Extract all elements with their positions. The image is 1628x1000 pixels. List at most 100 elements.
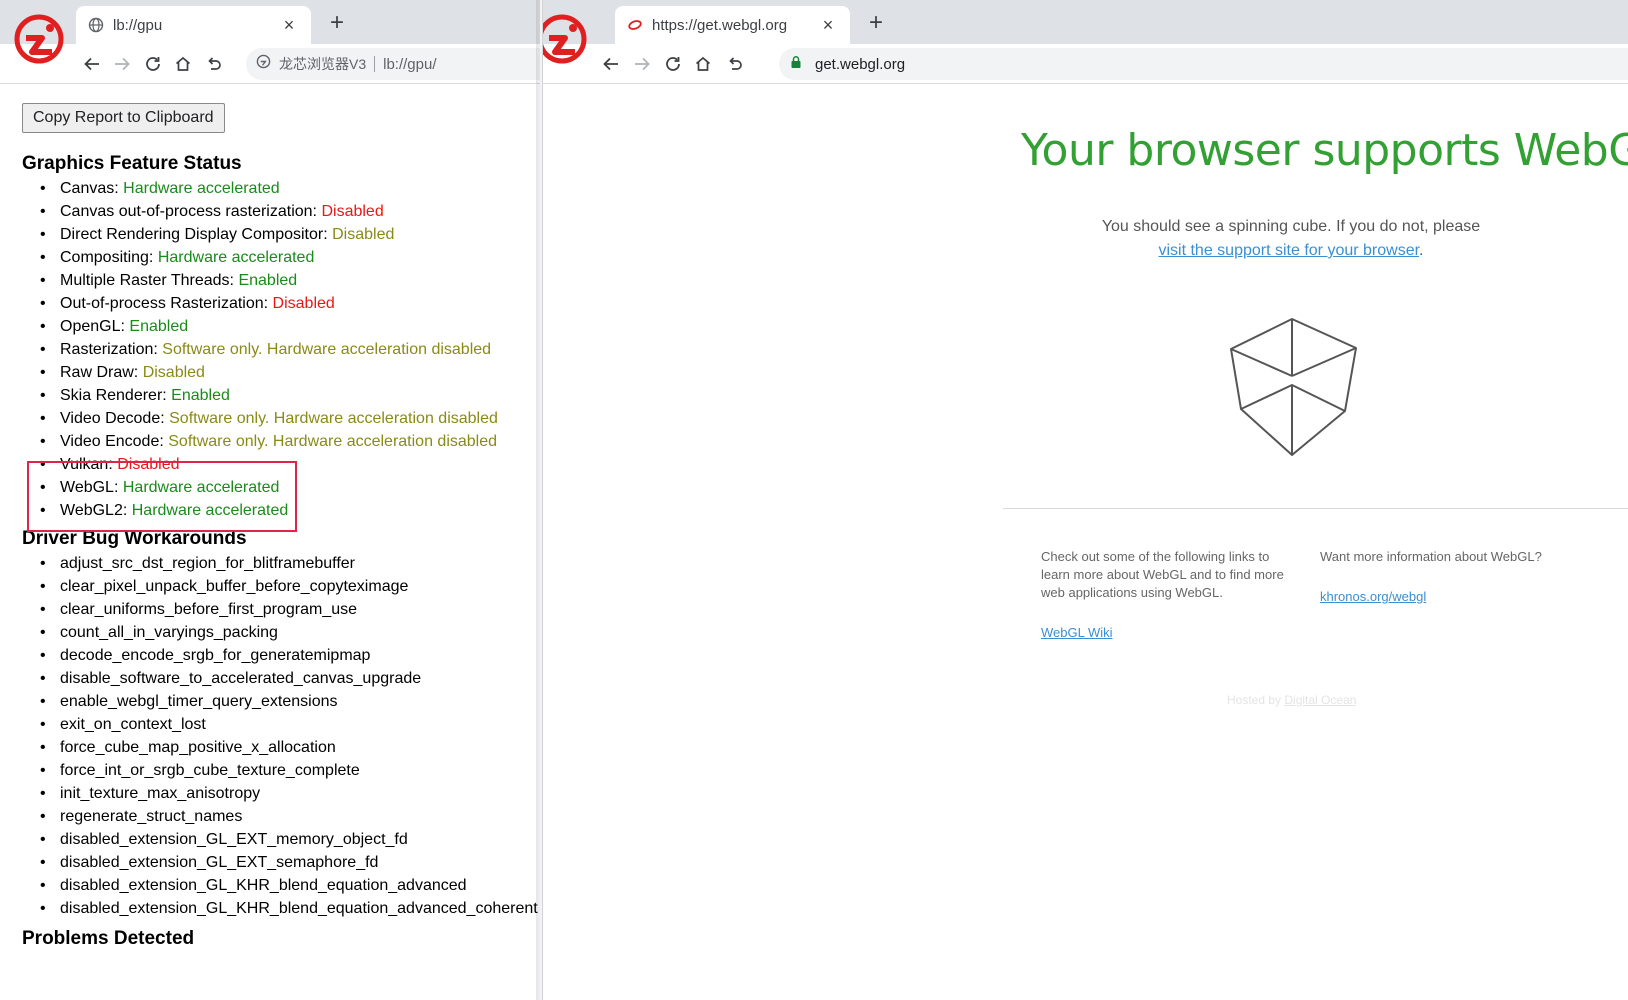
close-tab-icon[interactable]: × — [279, 15, 299, 36]
workaround-item: disabled_extension_GL_EXT_memory_object_… — [40, 828, 540, 851]
home-icon[interactable] — [691, 52, 715, 76]
feature-item: Out-of-process Rasterization: Disabled — [40, 292, 540, 315]
tab-gpu[interactable]: lb://gpu × — [76, 6, 311, 44]
support-site-link[interactable]: visit the support site for your browser — [1158, 242, 1419, 259]
browser-name: 龙芯浏览器V3 — [279, 56, 367, 72]
workaround-item: disable_software_to_accelerated_canvas_u… — [40, 667, 540, 690]
forward-icon[interactable] — [630, 52, 654, 76]
divider-line — [1003, 508, 1628, 509]
workaround-item: decode_encode_srgb_for_generatemipmap — [40, 644, 540, 667]
feature-status: Enabled — [238, 272, 298, 289]
right-browser-window: https://get.webgl.org × + get.webgl.org — [542, 0, 1628, 1000]
graphics-feature-status-heading: Graphics Feature Status — [22, 153, 242, 174]
feature-name: Canvas: — [60, 180, 119, 197]
address-bar[interactable]: get.webgl.org — [779, 48, 1628, 80]
feature-name: Raw Draw: — [60, 364, 139, 381]
feature-name: Video Decode: — [60, 410, 165, 427]
feature-name: Video Encode: — [60, 433, 164, 450]
spinning-cube-icon — [1230, 318, 1357, 456]
new-tab-button[interactable]: + — [863, 11, 889, 35]
feature-item: Direct Rendering Display Compositor: Dis… — [40, 223, 540, 246]
back-icon[interactable] — [599, 52, 623, 76]
undo-icon[interactable] — [202, 52, 226, 76]
feature-item: Video Encode: Software only. Hardware ac… — [40, 430, 540, 453]
feature-status: Enabled — [171, 387, 230, 404]
webgl-favicon-icon — [627, 17, 643, 33]
url-text: get.webgl.org — [815, 55, 906, 73]
more-info-text: Want more information about WebGL? — [1320, 549, 1542, 564]
tab-strip: lb://gpu × + — [0, 0, 540, 44]
learn-more-text: Check out some of the following links to… — [1041, 549, 1284, 600]
feature-status: Hardware accelerated — [123, 180, 280, 197]
workaround-item: disabled_extension_GL_KHR_blend_equation… — [40, 874, 540, 897]
separator — [374, 56, 376, 72]
workaround-item: disabled_extension_GL_EXT_semaphore_fd — [40, 851, 540, 874]
browser-logo-icon — [543, 12, 589, 66]
feature-item: Compositing: Hardware accelerated — [40, 246, 540, 269]
feature-name: Out-of-process Rasterization: — [60, 295, 269, 312]
tab-strip: https://get.webgl.org × + — [543, 0, 1628, 44]
workaround-item: force_cube_map_positive_x_allocation — [40, 736, 540, 759]
workaround-list: adjust_src_dst_region_for_blitframebuffe… — [40, 552, 540, 920]
hosted-by-footer: Hosted by Digital Ocean — [1227, 693, 1356, 707]
workaround-item: disabled_extension_GL_KHR_blend_equation… — [40, 897, 540, 920]
feature-item: Video Decode: Software only. Hardware ac… — [40, 407, 540, 430]
more-info-column: Want more information about WebGL? khron… — [1320, 548, 1580, 606]
back-icon[interactable] — [80, 52, 104, 76]
forward-icon[interactable] — [110, 52, 134, 76]
lock-icon[interactable] — [789, 55, 803, 74]
undo-icon[interactable] — [723, 52, 747, 76]
feature-item: Skia Renderer: Enabled — [40, 384, 540, 407]
tab-get-webgl[interactable]: https://get.webgl.org × — [615, 6, 850, 44]
feature-item: OpenGL: Enabled — [40, 315, 540, 338]
workaround-item: force_int_or_srgb_cube_texture_complete — [40, 759, 540, 782]
digital-ocean-link[interactable]: Digital Ocean — [1284, 693, 1356, 707]
feature-item: Multiple Raster Threads: Enabled — [40, 269, 540, 292]
workaround-item: regenerate_struct_names — [40, 805, 540, 828]
feature-name: Direct Rendering Display Compositor: — [60, 226, 328, 243]
workaround-item: clear_pixel_unpack_buffer_before_copytex… — [40, 575, 540, 598]
feature-name: Rasterization: — [60, 341, 158, 358]
gpu-report-page: Copy Report to Clipboard Graphics Featur… — [0, 85, 540, 1000]
copy-report-button[interactable]: Copy Report to Clipboard — [22, 103, 225, 133]
browser-logo-icon — [12, 12, 66, 66]
feature-name: Skia Renderer: — [60, 387, 167, 404]
feature-item: Rasterization: Software only. Hardware a… — [40, 338, 540, 361]
feature-status: Disabled — [142, 364, 205, 381]
workaround-item: adjust_src_dst_region_for_blitframebuffe… — [40, 552, 540, 575]
message-end: . — [1419, 242, 1424, 259]
feature-status: Software only. Hardware acceleration dis… — [169, 410, 498, 427]
address-bar[interactable]: 龙芯浏览器V3 lb://gpu/ — [246, 48, 540, 80]
webgl-wiki-link[interactable]: WebGL Wiki — [1041, 624, 1113, 642]
left-browser-window: lb://gpu × + 龙芯浏览器V3 lb://gpu/ Copy Repo… — [0, 0, 540, 1000]
feature-status: Disabled — [321, 203, 384, 220]
home-icon[interactable] — [171, 52, 195, 76]
browser-logo-icon — [256, 54, 271, 74]
workaround-item: count_all_in_varyings_packing — [40, 621, 540, 644]
webgl-highlight-box — [27, 461, 297, 532]
khronos-link[interactable]: khronos.org/webgl — [1320, 588, 1426, 606]
tab-title: lb://gpu — [113, 16, 163, 34]
feature-status: Enabled — [129, 318, 189, 335]
toolbar: 龙芯浏览器V3 lb://gpu/ — [0, 44, 540, 84]
close-tab-icon[interactable]: × — [818, 15, 838, 36]
toolbar: get.webgl.org — [543, 44, 1628, 84]
feature-item: Raw Draw: Disabled — [40, 361, 540, 384]
reload-icon[interactable] — [661, 52, 685, 76]
feature-item: Canvas: Hardware accelerated — [40, 177, 540, 200]
reload-icon[interactable] — [141, 52, 165, 76]
feature-status: Software only. Hardware acceleration dis… — [162, 341, 492, 358]
globe-icon — [88, 17, 104, 33]
learn-more-column: Check out some of the following links to… — [1041, 548, 1286, 642]
feature-status: Software only. Hardware acceleration dis… — [168, 433, 498, 450]
workaround-item: init_texture_max_anisotropy — [40, 782, 540, 805]
webgl-support-headline: Your browser supports WebGL — [1021, 125, 1628, 176]
feature-status: Disabled — [272, 295, 335, 312]
feature-name: Compositing: — [60, 249, 154, 266]
feature-name: Multiple Raster Threads: — [60, 272, 234, 289]
hosted-prefix: Hosted by — [1227, 693, 1282, 707]
workaround-item: clear_uniforms_before_first_program_use — [40, 598, 540, 621]
spinning-cube-message: You should see a spinning cube. If you d… — [1043, 215, 1539, 263]
new-tab-button[interactable]: + — [324, 11, 350, 35]
problems-detected-heading: Problems Detected — [22, 928, 195, 949]
